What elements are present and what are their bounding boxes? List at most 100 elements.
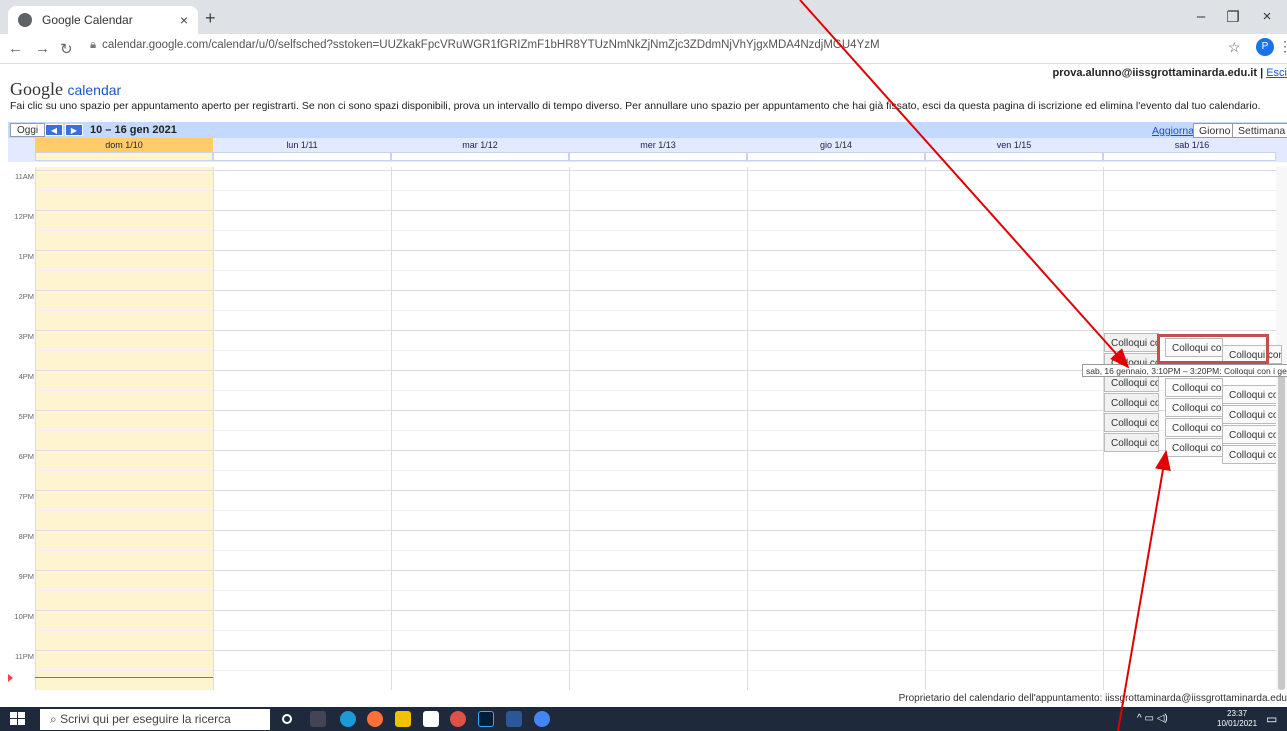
appointment-slot[interactable]: Colloqui con [1165,418,1223,437]
appointment-slot[interactable]: Colloqui con [1104,393,1159,412]
all-day-cell[interactable] [391,152,569,161]
all-day-cell[interactable] [1103,152,1276,161]
current-time-marker-icon [8,674,13,682]
scrollbar-thumb[interactable] [1278,370,1285,690]
appointment-slot[interactable]: Colloqui con i [1222,385,1282,404]
time-label: 7PM [18,492,34,501]
cortana-icon[interactable] [282,714,292,724]
appointment-slot[interactable]: Colloqui con [1165,398,1223,417]
appointment-slot[interactable]: Colloqui con i [1222,445,1282,464]
appointment-slot[interactable]: Colloqui con [1104,433,1159,452]
column-divider [925,167,926,690]
half-hour-line [35,230,1276,231]
time-label: 9PM [18,572,34,581]
hour-line [35,650,1276,651]
firefox-icon[interactable] [367,711,383,727]
column-divider [747,167,748,690]
half-hour-line [35,390,1276,391]
calendar-owner: Proprietario del calendario dell'appunta… [898,693,1287,704]
forward-icon[interactable]: → [35,40,50,57]
time-label: 6PM [18,452,34,461]
all-day-cell[interactable] [35,152,213,161]
url-field[interactable]: 🔒︎ calendar.google.com/calendar/u/0/selfs… [90,39,880,52]
bookmark-star-icon[interactable]: ☆ [1228,39,1241,56]
file-explorer-icon[interactable] [395,711,411,727]
user-info: prova.alunno@iissgrottaminarda.edu.it | … [1053,67,1287,79]
time-label: 11PM [14,652,34,661]
appointment-slot[interactable]: Colloqui con [1104,413,1159,432]
taskbar-search[interactable]: ⌕ Scrivi qui per eseguire la ricerca [40,709,270,730]
notification-icon[interactable]: ▭ [1266,712,1277,726]
photoshop-icon[interactable] [478,711,494,727]
clock-date: 10/01/2021 [1217,719,1258,728]
signout-link[interactable]: Esci [1266,67,1287,79]
menu-dots-icon[interactable]: ⋮ [1278,38,1287,55]
hour-line [35,490,1276,491]
clock-time: 23:37 [1227,709,1248,718]
hour-line [35,290,1276,291]
half-hour-line [35,670,1276,671]
chrome-icon[interactable] [450,711,466,727]
hour-line [35,330,1276,331]
search-icon: ⌕ [50,712,61,726]
half-hour-line [35,630,1276,631]
new-tab-button[interactable]: + [205,8,216,29]
week-view-button[interactable]: Settimana [1232,123,1287,138]
edge-icon[interactable] [340,711,356,727]
refresh-link[interactable]: Aggiorna [1152,125,1194,137]
day-view-button[interactable]: Giorno [1193,123,1237,138]
column-divider [35,167,36,690]
prev-week-button[interactable]: ◀ [45,124,63,136]
chrome-active-icon[interactable] [534,711,550,727]
half-hour-line [35,470,1276,471]
clock[interactable]: 23:37 10/01/2021 [1217,709,1257,729]
day-header-mon: lun 1/11 [286,140,318,150]
time-label: 11AM [14,172,34,181]
next-week-button[interactable]: ▶ [65,124,83,136]
today-column[interactable] [35,167,213,690]
day-header-sun: dom 1/10 [105,140,143,150]
half-hour-line [35,270,1276,271]
maximize-button[interactable]: ❐ [1218,8,1248,26]
day-header-wed: mer 1/13 [640,140,676,150]
all-day-cell[interactable] [213,152,391,161]
event-tooltip: sab, 16 gennaio, 3:10PM – 3:20PM: Colloq… [1082,364,1287,377]
appointment-slot[interactable]: Colloqui con [1104,333,1159,352]
time-label: 10PM [14,612,34,621]
appointment-slot[interactable]: Colloqui con [1165,438,1223,457]
windows-start-icon[interactable] [10,712,26,726]
reload-icon[interactable]: ↻ [60,40,73,58]
profile-avatar[interactable]: P [1256,38,1274,56]
hour-line [35,570,1276,571]
url-text: calendar.google.com/calendar/u/0/selfsch… [102,39,880,51]
column-divider [213,167,214,690]
annotation-arrow [1117,450,1171,731]
task-view-icon[interactable] [310,711,326,727]
minimize-button[interactable]: – [1186,8,1216,25]
tab-title: Google Calendar [42,13,133,27]
instructions-text: Fai clic su uno spazio per appuntamento … [10,100,1261,112]
all-day-cell[interactable] [747,152,925,161]
highlight-box [1157,334,1269,364]
date-range: 10 – 16 gen 2021 [90,124,177,136]
calendar-toolbar [8,122,1287,138]
all-day-cell[interactable] [925,152,1103,161]
half-hour-line [35,590,1276,591]
today-button[interactable]: Oggi [10,123,46,137]
word-icon[interactable] [506,711,522,727]
half-hour-line [35,430,1276,431]
back-icon[interactable]: ← [8,40,23,57]
time-label: 4PM [18,372,34,381]
store-icon[interactable] [423,711,439,727]
time-label: 3PM [18,332,34,341]
half-hour-line [35,310,1276,311]
all-day-cell[interactable] [569,152,747,161]
close-window-button[interactable]: × [1252,8,1282,25]
appointment-slot[interactable]: Colloqui con i [1222,405,1282,424]
system-tray-icon[interactable]: ^ ▭ ◁) [1137,713,1168,724]
close-tab-icon[interactable]: × [180,12,188,28]
appointment-slot[interactable]: Colloqui con [1165,378,1223,397]
browser-tab[interactable]: Google Calendar × [8,6,198,34]
user-email: prova.alunno@iissgrottaminarda.edu.it [1052,67,1258,79]
appointment-slot[interactable]: Colloqui con i [1222,425,1282,444]
